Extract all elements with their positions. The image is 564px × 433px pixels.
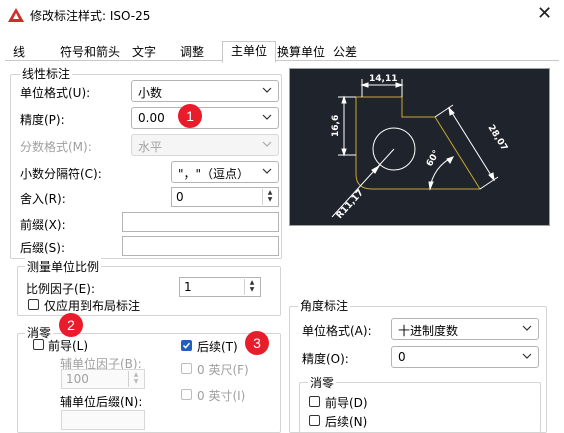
suffix-label: 后缀(S): bbox=[20, 241, 66, 255]
fraction-format-select[interactable]: 水平 bbox=[131, 134, 279, 156]
angular-precision-select[interactable]: 0 bbox=[391, 346, 539, 368]
tab-text[interactable]: 文字 bbox=[131, 43, 157, 60]
spin-up-icon[interactable]: ▲ bbox=[263, 189, 277, 196]
angular-trailing-zero-checkbox[interactable] bbox=[309, 415, 320, 426]
chevron-down-icon bbox=[522, 353, 532, 359]
spin-up-icon[interactable]: ▲ bbox=[129, 371, 143, 378]
angular-precision-value: 0 bbox=[398, 350, 406, 364]
sub-unit-factor-spinner[interactable]: 100 ▲ ▼ bbox=[61, 369, 145, 389]
sub-unit-factor-stepper[interactable]: ▲ ▼ bbox=[128, 371, 143, 387]
inches-checkbox[interactable] bbox=[181, 389, 192, 400]
spin-down-icon[interactable]: ▼ bbox=[129, 378, 143, 385]
unit-format-select[interactable]: 小数 bbox=[131, 80, 279, 102]
spin-up-icon[interactable]: ▲ bbox=[245, 279, 259, 286]
title-bar: 修改标注样式: ISO-25 ✕ bbox=[0, 0, 564, 30]
close-icon[interactable]: ✕ bbox=[537, 3, 552, 24]
suffix-input[interactable] bbox=[122, 236, 279, 256]
chevron-down-icon bbox=[262, 141, 272, 147]
prefix-input[interactable] bbox=[122, 212, 279, 232]
angular-leading-zero-label: 前导(D) bbox=[325, 396, 368, 410]
sub-unit-suffix-label: 辅单位后缀(N): bbox=[60, 395, 143, 409]
preview-dim-right: 28,07 bbox=[485, 123, 509, 152]
angular-unit-format-value: 十进制度数 bbox=[398, 324, 459, 338]
tab-primary-units[interactable]: 主单位 bbox=[222, 41, 276, 63]
scale-factor-spinner[interactable]: 1 ▲ ▼ bbox=[179, 277, 261, 297]
annotation-badge-3: 3 bbox=[245, 331, 269, 355]
decimal-separator-label: 小数分隔符(C): bbox=[20, 167, 102, 181]
scale-factor-stepper[interactable]: ▲ ▼ bbox=[244, 279, 259, 295]
scale-factor-label: 比例因子(E): bbox=[26, 282, 95, 296]
decimal-separator-value: "，"（逗点） bbox=[178, 167, 250, 181]
chevron-down-icon bbox=[262, 114, 272, 120]
leading-zero-checkbox[interactable] bbox=[33, 339, 44, 350]
scale-factor-value: 1 bbox=[184, 280, 192, 294]
trailing-zero-checkbox[interactable] bbox=[181, 340, 192, 351]
checkmark-icon bbox=[182, 342, 191, 349]
tabs-baseline bbox=[5, 60, 559, 61]
trailing-zero-label: 后续(T) bbox=[197, 340, 238, 354]
annotation-badge-1: 1 bbox=[178, 104, 202, 128]
chevron-down-icon bbox=[262, 87, 272, 93]
sub-unit-suffix-input[interactable] bbox=[61, 410, 145, 430]
preview-dim-left: 16,6 bbox=[331, 115, 341, 137]
tab-alternate-units[interactable]: 换算单位 bbox=[276, 43, 326, 60]
preview-dim-angle: 60° bbox=[425, 149, 442, 169]
sub-unit-factor-value: 100 bbox=[66, 372, 89, 386]
preview-dim-radius: R11,17 bbox=[335, 188, 366, 221]
angular-unit-format-select[interactable]: 十进制度数 bbox=[391, 318, 539, 340]
precision-select[interactable]: 0.00 bbox=[131, 107, 279, 129]
dimension-preview: 14,11 16,6 28,07 60° R11,17 bbox=[289, 68, 550, 226]
fraction-format-value: 水平 bbox=[138, 140, 163, 154]
round-off-spinner[interactable]: 0 ▲ ▼ bbox=[171, 187, 279, 207]
tab-tolerances[interactable]: 公差 bbox=[332, 43, 358, 60]
spin-down-icon[interactable]: ▼ bbox=[263, 196, 277, 203]
preview-drawing: 14,11 16,6 28,07 60° R11,17 bbox=[331, 74, 509, 221]
leading-zero-label: 前导(L) bbox=[48, 339, 89, 353]
autocad-logo-icon bbox=[8, 8, 24, 22]
round-off-stepper[interactable]: ▲ ▼ bbox=[262, 189, 277, 205]
preview-dim-top: 14,11 bbox=[369, 74, 397, 84]
angular-dimensions-label: 角度标注 bbox=[298, 297, 351, 314]
tab-fit[interactable]: 调整 bbox=[179, 43, 205, 60]
angular-unit-format-label: 单位格式(A): bbox=[302, 324, 372, 338]
apply-layout-label: 仅应用到布局标注 bbox=[44, 299, 141, 313]
angular-trailing-zero-label: 后续(N) bbox=[325, 415, 368, 429]
precision-label: 精度(P): bbox=[20, 113, 65, 127]
feet-checkbox[interactable] bbox=[181, 363, 192, 374]
apply-layout-checkbox[interactable] bbox=[28, 299, 39, 310]
measurement-scale-label: 测量单位比例 bbox=[25, 258, 102, 275]
angular-leading-zero-checkbox[interactable] bbox=[309, 396, 320, 407]
round-off-value: 0 bbox=[176, 190, 184, 204]
linear-dimensions-label: 线性标注 bbox=[20, 65, 73, 82]
chevron-down-icon bbox=[522, 325, 532, 331]
window-title: 修改标注样式: ISO-25 bbox=[30, 9, 151, 23]
fraction-format-label: 分数格式(M): bbox=[20, 140, 92, 154]
annotation-badge-2: 2 bbox=[59, 313, 83, 337]
unit-format-label: 单位格式(U): bbox=[20, 86, 91, 100]
spin-down-icon[interactable]: ▼ bbox=[245, 286, 259, 293]
tab-lines[interactable]: 线 bbox=[12, 43, 26, 60]
unit-format-value: 小数 bbox=[138, 86, 163, 100]
chevron-down-icon bbox=[262, 168, 272, 174]
angular-precision-label: 精度(O): bbox=[302, 352, 349, 366]
round-off-label: 舍入(R): bbox=[20, 192, 66, 206]
inches-label: 0 英寸(I) bbox=[197, 389, 246, 403]
prefix-label: 前缀(X): bbox=[20, 218, 66, 232]
decimal-separator-select[interactable]: "，"（逗点） bbox=[171, 161, 279, 183]
tab-symbols-arrows[interactable]: 符号和箭头 bbox=[59, 43, 121, 60]
feet-label: 0 英尺(F) bbox=[197, 363, 249, 377]
precision-value: 0.00 bbox=[138, 111, 165, 125]
angular-zero-suppression-label: 消零 bbox=[308, 374, 337, 391]
